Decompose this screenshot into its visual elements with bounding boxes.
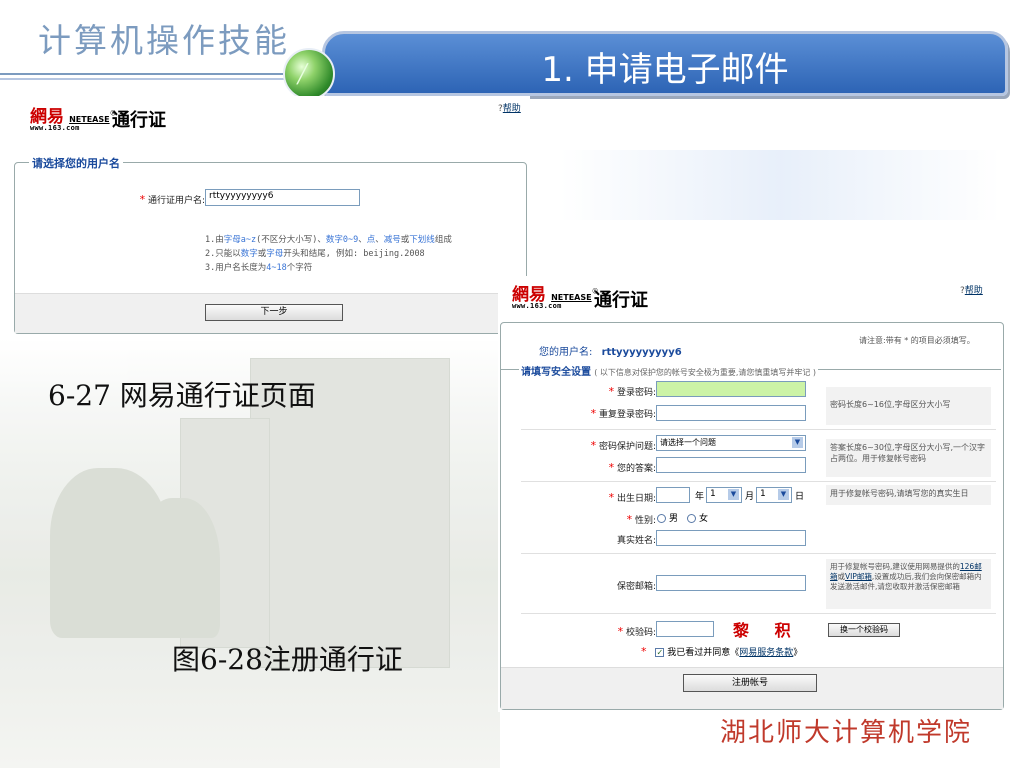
gender-female-option[interactable]: 女 (687, 511, 708, 524)
register-form: 您的用户名: rttyyyyyyyyy6 请注意:带有 * 的项目必须填写。 请… (500, 322, 1004, 710)
repeat-password-input[interactable] (656, 405, 806, 421)
agree-checkbox[interactable]: ✓ (655, 648, 665, 657)
repeat-password-label: * 重复登录密码: (590, 407, 656, 420)
username-label: * 通行证用户名: (139, 193, 205, 206)
captcha-input[interactable] (656, 621, 714, 637)
email-label: 保密邮箱: (616, 582, 656, 592)
register-button[interactable]: 注册帐号 (683, 674, 817, 692)
your-username-row: 您的用户名: rttyyyyyyyyy6 (539, 347, 682, 358)
answer-tip: 答案长度6~30位,字母区分大小写,一个汉字占两位。用于修复帐号密码 (826, 439, 991, 477)
row-divider (521, 613, 996, 614)
email-tip: 用于修复帐号密码,建议使用网易提供的126邮箱或VIP邮箱,设置成功后,我们会向… (826, 559, 991, 609)
birth-month-select[interactable]: 1 ▼ (706, 487, 742, 503)
header-divider (0, 73, 320, 75)
header-divider (0, 78, 320, 80)
day-unit: 日 (795, 492, 805, 502)
school-name: 湖北师大计算机学院 (719, 718, 972, 748)
radio-icon[interactable] (687, 514, 696, 523)
username-legend: 请选择您的用户名 (29, 155, 123, 171)
netease-logo: 網易 NETEASE® www.163.com (30, 107, 117, 132)
background-blur (560, 150, 1000, 220)
row-divider (521, 553, 996, 554)
help-link[interactable]: ?帮助 (498, 101, 521, 114)
logo-url: www.163.com (30, 124, 80, 132)
birth-day-select[interactable]: 1 ▼ (756, 487, 792, 503)
email-input[interactable] (656, 575, 806, 591)
logo-netease: NETEASE (69, 115, 110, 124)
rule-line: 3.用户名长度为4~18个字符 (205, 263, 313, 273)
title-bar: 1. 申请电子邮件 (322, 31, 1008, 96)
row-divider (521, 429, 996, 430)
ball-stroke-icon: ╱ (297, 64, 308, 85)
month-unit: 月 (745, 492, 755, 502)
netease-logo-2: 網易 NETEASE® www.163.com (512, 285, 599, 310)
gender-male-option[interactable]: 男 (657, 511, 678, 524)
button-strip: 下一步 (15, 293, 526, 333)
username-fieldset: 请选择您的用户名 * 通行证用户名: rttyyyyyyyyy6 1.由字母a~… (14, 155, 527, 334)
rule-line: 2.只能以数字或字母开头和结尾, 例如: beijing.2008 (205, 249, 425, 259)
security-section-header: 请填写安全设置 ( 以下信息对保护您的帐号安全极为重要,请您慎重填写并牢记 ) (519, 363, 819, 378)
next-step-button[interactable]: 下一步 (205, 304, 343, 321)
radio-icon[interactable] (657, 514, 666, 523)
row-divider (521, 481, 996, 482)
gender-label: * 性别: (626, 513, 656, 526)
agree-terms-row: * ✓ 我已看过并同意《网易服务条款》 (641, 645, 803, 658)
realname-input[interactable] (656, 530, 806, 546)
login-password-input[interactable] (656, 381, 806, 397)
help-link-2[interactable]: ?帮助 (960, 283, 983, 296)
chevron-down-icon: ▼ (778, 489, 789, 500)
screenshot-register-pass: 網易 NETEASE® www.163.com 通行证 ?帮助 您的用户名: r… (498, 276, 1006, 712)
answer-input[interactable] (656, 457, 806, 473)
question-label: * 密码保护问题: (590, 439, 656, 452)
slide-title: 1. 申请电子邮件 (541, 50, 789, 90)
username-input[interactable]: rttyyyyyyyyy6 (205, 189, 360, 206)
service-terms-link[interactable]: 网易服务条款 (739, 648, 793, 658)
birthday-tip: 用于修复帐号密码,请填写您的真实生日 (826, 485, 991, 505)
logo-pass-text: 通行证 (112, 110, 166, 131)
rule-line: 1.由字母a~z(不区分大小写)、数字0~9、点、减号或下划线组成 (205, 235, 452, 245)
chevron-down-icon: ▼ (792, 437, 803, 448)
password-tip: 密码长度6~16位,字母区分大小写 (826, 387, 991, 425)
change-captcha-button[interactable]: 换一个校验码 (828, 623, 900, 637)
slide-category: 计算机操作技能 (38, 21, 290, 60)
login-password-label: * 登录密码: (608, 385, 656, 398)
birthday-label: * 出生日期: (608, 491, 656, 504)
realname-label: 真实姓名: (616, 536, 656, 546)
required-notice: 请注意:带有 * 的项目必须填写。 (859, 336, 975, 345)
logo-pass-text-2: 通行证 (594, 290, 648, 311)
answer-label: * 您的答案: (608, 461, 656, 474)
slide: 计算机操作技能 1. 申请电子邮件 ╱ 網易 NETEASE® www.163.… (0, 0, 1024, 768)
your-username-value: rttyyyyyyyyy6 (601, 347, 682, 358)
question-select[interactable]: 请选择一个问题 ▼ (656, 435, 806, 451)
captcha-label: * 校验码: (617, 625, 656, 638)
caption-fig-6-28: 图6-28注册通行证 (172, 643, 403, 676)
vip-mail-link[interactable]: VIP邮箱 (845, 572, 872, 581)
caption-fig-6-27: 6-27 网易通行证页面 (48, 379, 316, 412)
register-button-strip: 注册帐号 (501, 667, 1003, 709)
username-rules: 1.由字母a~z(不区分大小写)、数字0~9、点、减号或下划线组成 2.只能以数… (205, 233, 525, 275)
chevron-down-icon: ▼ (728, 489, 739, 500)
captcha-image: 黎 积 (733, 621, 801, 640)
background-tree (140, 498, 220, 638)
screenshot-netease-pass-page: 網易 NETEASE® www.163.com 通行证 ?帮助 请选择您的用户名… (10, 96, 530, 341)
year-unit: 年 (695, 492, 705, 502)
birth-year-input[interactable] (656, 487, 690, 503)
